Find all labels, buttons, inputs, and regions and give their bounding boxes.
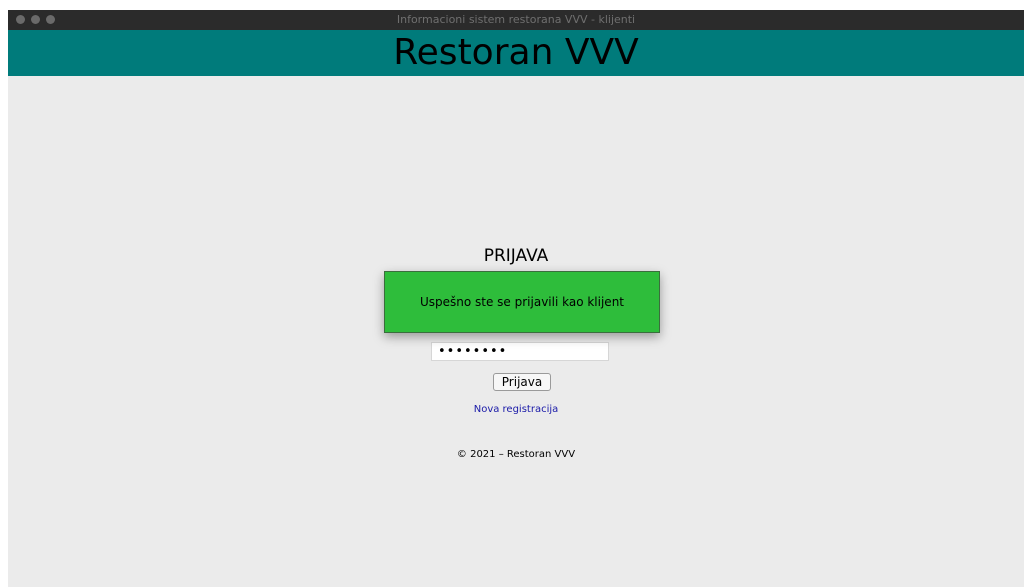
title-bar: Informacioni sistem restorana VVV - klij…	[8, 10, 1024, 30]
app-title: Restoran VVV	[393, 32, 639, 73]
new-registration-link[interactable]: Nova registracija	[8, 404, 1024, 415]
app-header: Restoran VVV	[8, 30, 1024, 76]
login-title: PRIJAVA	[483, 246, 549, 266]
main-content: PRIJAVA Lozinka •••••••• Prijava Nova re…	[8, 76, 1024, 587]
success-notification[interactable]: Uspešno ste se prijavili kao klijent	[384, 271, 660, 333]
app-window: Informacioni sistem restorana VVV - klij…	[8, 10, 1024, 587]
login-button[interactable]: Prijava	[493, 373, 551, 391]
footer-copyright: © 2021 – Restoran VVV	[456, 449, 576, 460]
success-notification-message: Uspešno ste se prijavili kao klijent	[419, 295, 625, 309]
window-title: Informacioni sistem restorana VVV - klij…	[396, 13, 636, 26]
password-input[interactable]: ••••••••	[431, 342, 609, 361]
